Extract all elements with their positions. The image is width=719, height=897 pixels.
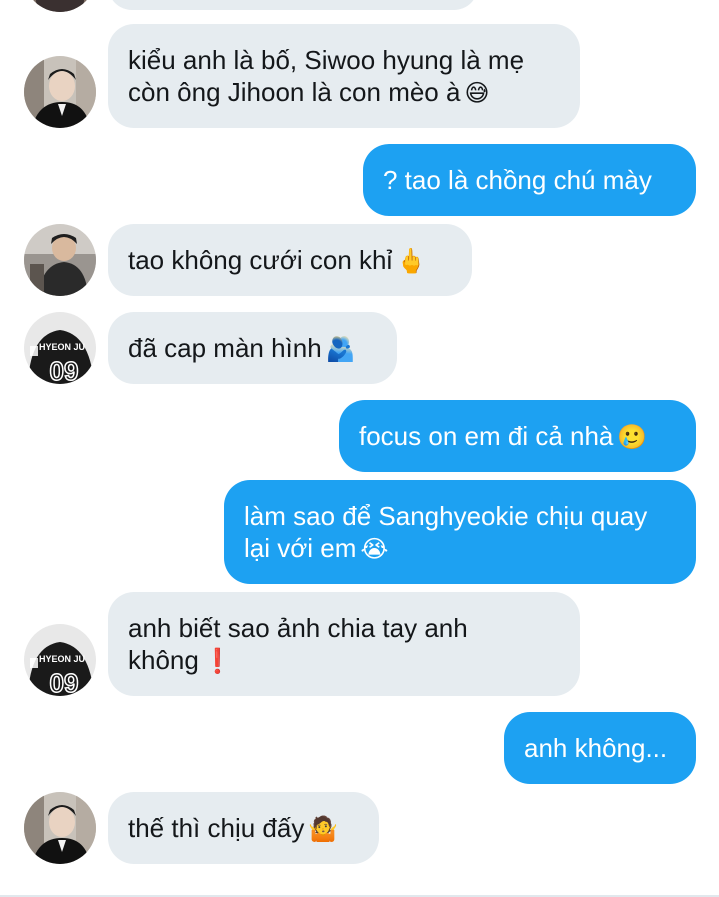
message-text: thế thì chịu đấy (128, 813, 305, 843)
avatar-suit-person[interactable] (24, 56, 96, 128)
exclamation-mark-emoji-icon: ❗ (202, 647, 233, 675)
avatar-jersey[interactable]: HYEON JU 09 (24, 624, 96, 696)
message-bubble[interactable]: làm sao để Sanghyeokie chịu quay lại với… (224, 480, 696, 584)
message-text: tao không cưới con khỉ (128, 245, 393, 275)
message-text: ? tao là chồng chú mày (383, 165, 652, 195)
message-bubble[interactable]: anh không... (504, 712, 696, 784)
jersey-name-text: HYEON JU (39, 654, 85, 664)
middle-finger-emoji-icon: 🖕 (396, 247, 427, 275)
message-bubble[interactable]: kiểu anh là bố, Siwoo hyung là mẹ còn ôn… (108, 24, 580, 128)
avatar[interactable] (24, 0, 96, 12)
message-bubble[interactable]: ? tao là chồng chú mày (363, 144, 696, 216)
message-text: đã cap màn hình (128, 333, 322, 363)
message-bubble-partial (108, 0, 478, 10)
message-bubble[interactable]: focus on em đi cả nhà 🥲 (339, 400, 696, 472)
message-bubble[interactable]: anh biết sao ảnh chia tay anh không ❗ (108, 592, 580, 696)
message-text: làm sao để Sanghyeokie chịu quay lại với… (244, 501, 648, 563)
message-bubble[interactable]: thế thì chịu đấy 🤷 (108, 792, 379, 864)
avatar-jersey[interactable]: HYEON JU 09 (24, 312, 96, 384)
jersey-number-text: 09 (50, 356, 79, 384)
smiling-tear-emoji-icon: 🥲 (617, 423, 648, 451)
crying-emoji-icon: 😭 (360, 535, 389, 563)
shrug-emoji-icon: 🤷 (308, 815, 339, 843)
avatar-suit-person[interactable] (24, 792, 96, 864)
sweat-smile-emoji-icon: 😅 (464, 79, 490, 107)
jersey-number-text: 09 (50, 668, 79, 696)
jersey-name-text: HYEON JU (39, 342, 85, 352)
message-bubble[interactable]: tao không cưới con khỉ 🖕 (108, 224, 472, 296)
message-text: anh không... (524, 733, 668, 763)
message-bubble[interactable]: đã cap màn hình 🫂 (108, 312, 397, 384)
message-text: focus on em đi cả nhà (359, 421, 614, 451)
people-hugging-emoji-icon: 🫂 (325, 335, 356, 363)
message-text: anh biết sao ảnh chia tay anh không (128, 613, 468, 675)
avatar-seated-person[interactable] (24, 224, 96, 296)
